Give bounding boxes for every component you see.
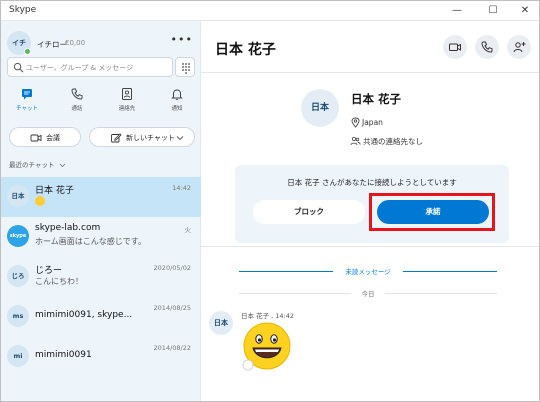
divider [403, 271, 497, 272]
new-chat-label: 新しいチャット [126, 134, 175, 142]
skype-credit[interactable]: €0,00 [65, 39, 85, 47]
tab-calls-label: 通話 [71, 106, 83, 112]
contact-request-box: 日本 花子 さんがあなたに接続しようとしています ブロック 承諾 [235, 165, 509, 243]
add-person-icon [513, 42, 526, 53]
online-status-icon [24, 48, 31, 55]
phone-icon [481, 41, 493, 53]
profile-name[interactable]: イチロー [37, 39, 67, 50]
video-call-button[interactable] [443, 35, 467, 59]
date-divider: 今日 [239, 287, 497, 299]
maximize-button[interactable]: ☐ [477, 1, 509, 21]
chat-preview: こんにちわ！ [35, 277, 83, 286]
chat-item-mimimi[interactable]: mi mimimi0091 2014/08/22 [1, 337, 201, 377]
video-camera-icon [30, 134, 42, 142]
smile-emoji-icon [35, 196, 45, 206]
dialpad-icon [182, 63, 190, 74]
divider [201, 246, 539, 247]
chat-time: 火 [184, 226, 192, 234]
new-chat-button[interactable]: 新しいチャット [89, 127, 195, 147]
tab-notifications-label: 通知 [171, 106, 183, 112]
title-bar: Skype — ☐ ✕ [1, 1, 539, 21]
tab-chat-label: チャット [16, 106, 38, 112]
accept-button[interactable]: 承諾 [377, 200, 489, 224]
chevron-down-icon [59, 163, 65, 167]
chat-item-jiro[interactable]: じろ じろー こんにちわ！ 2020/05/02 [1, 257, 201, 297]
chat-name: 日本 花子 [35, 186, 74, 196]
tab-contacts[interactable]: 連絡先 [107, 87, 147, 121]
contact-card: 日本 日本 花子 Japan 共通の連絡先なし [201, 81, 539, 171]
profile-area[interactable]: イチ イチロー €0,00 ••• [7, 31, 195, 57]
chat-name: mimimi0091, skype... [35, 310, 133, 320]
chat-time: 2014/08/25 [153, 304, 191, 312]
tab-chat[interactable]: チャット [7, 87, 47, 121]
message-avatar[interactable]: 日本 [209, 311, 233, 335]
recent-chats-label: 最近のチャット [9, 161, 55, 169]
contact-name: 日本 花子 [351, 92, 402, 106]
chat-name: skype-lab.com [35, 223, 101, 233]
meeting-button[interactable]: 会議 [9, 127, 81, 147]
dialpad-button[interactable] [175, 57, 195, 77]
chat-item-hanako[interactable]: 日本 日本 花子 14:42 [1, 177, 201, 217]
chat-item-skype-lab[interactable]: skype skype-lab.com ホーム画面はこんな感じです。 火 [1, 217, 201, 257]
shared-contacts-icon [350, 136, 361, 146]
unread-divider: 未読メッセージ [239, 265, 497, 277]
chat-name: mimimi0091 [35, 350, 92, 360]
conversation-header: 日本 花子 [201, 21, 539, 73]
search-icon [13, 62, 24, 73]
chevron-down-icon [176, 136, 184, 141]
tab-contacts-label: 連絡先 [118, 106, 136, 112]
contacts-icon [122, 88, 132, 100]
location-pin-icon [351, 117, 360, 128]
chat-time: 2020/05/02 [153, 264, 191, 272]
more-options-button[interactable]: ••• [171, 33, 193, 46]
divider [385, 293, 497, 294]
request-message: 日本 花子 さんがあなたに接続しようとしています [287, 178, 457, 187]
shared-contacts-text: 共通の連絡先なし [363, 137, 423, 146]
avatar: mi [7, 345, 29, 367]
avatar: skype [7, 225, 29, 247]
chat-time: 2014/08/22 [153, 344, 191, 352]
smile-emoji-icon[interactable] [241, 321, 293, 373]
bell-icon [171, 89, 183, 101]
skype-window: Skype — ☐ ✕ イチ イチロー €0,00 ••• ユーザー、グループ … [0, 0, 540, 402]
avatar: ms [7, 305, 29, 327]
audio-call-button[interactable] [475, 35, 499, 59]
tab-notifications[interactable]: 通知 [157, 87, 197, 121]
avatar: じろ [7, 265, 29, 287]
sidebar: イチ イチロー €0,00 ••• ユーザー、グループ & メッセージ チャット… [1, 21, 201, 401]
chat-item-group[interactable]: ms mimimi0091, skype... 2014/08/25 [1, 297, 201, 337]
block-button[interactable]: ブロック [253, 200, 365, 224]
contact-location: Japan [362, 118, 383, 127]
chat-icon [22, 89, 32, 100]
nav-tabs: チャット 通話 連絡先 通知 [1, 87, 201, 121]
add-person-button[interactable] [507, 35, 531, 59]
video-camera-icon [449, 43, 461, 51]
conversation-panel: 日本 花子 日本 日本 花子 Japan 共通の連絡先なし 日本 花子 さんがあ… [201, 21, 539, 401]
recent-chats-header[interactable]: 最近のチャット [9, 159, 66, 169]
window-title: Skype [9, 5, 37, 15]
conversation-title[interactable]: 日本 花子 [215, 39, 276, 59]
search-input[interactable] [26, 61, 166, 74]
search-box[interactable] [7, 57, 173, 77]
contact-avatar[interactable]: 日本 [301, 89, 339, 127]
chat-time: 14:42 [172, 184, 191, 192]
compose-icon [111, 133, 122, 143]
minimize-button[interactable]: — [441, 1, 473, 21]
close-button[interactable]: ✕ [509, 1, 539, 21]
chat-name: じろー [35, 266, 63, 276]
meeting-label: 会議 [46, 134, 60, 142]
chat-preview: ホーム画面はこんな感じです。 [35, 237, 146, 246]
tab-calls[interactable]: 通話 [57, 87, 97, 121]
phone-icon [71, 88, 83, 100]
avatar: 日本 [7, 185, 29, 207]
message-meta: 日本 花子 , 14:42 [241, 312, 294, 320]
